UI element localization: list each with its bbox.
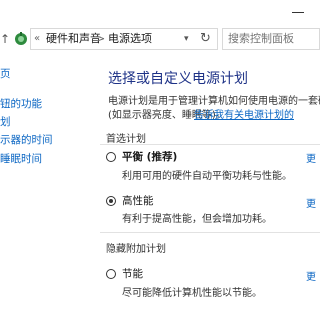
nav-link-display-off[interactable]: 示器的时间: [0, 132, 53, 147]
nav-link-power-button[interactable]: 钮的功能: [0, 96, 42, 111]
power-plan-help-link[interactable]: 告诉我有关电源计划的: [194, 106, 294, 121]
section-hidden-plans-toggle[interactable]: 隐藏附加计划: [106, 240, 166, 255]
breadcrumb-hardware-sound[interactable]: 硬件和声音: [46, 28, 101, 50]
page-title: 选择或自定义电源计划: [108, 71, 248, 87]
refresh-icon[interactable]: ↻: [200, 28, 211, 50]
radio-high-performance[interactable]: [106, 196, 116, 206]
radio-balanced[interactable]: [106, 152, 116, 162]
description-text: 电源计划是用于管理计算机如何使用电源的一套硬: [108, 96, 320, 107]
window-title-bar: [0, 0, 320, 24]
breadcrumb-overflow-icon[interactable]: «: [34, 28, 40, 50]
plan-desc-high-performance: 有利于提高性能，但会增加功耗。: [122, 214, 272, 225]
section-divider: [100, 144, 320, 145]
plan-name-balanced[interactable]: 平衡 (推荐): [122, 149, 177, 164]
minimize-button[interactable]: [288, 4, 308, 20]
breadcrumb-power-options[interactable]: 电源选项: [108, 28, 152, 50]
change-plan-settings-link[interactable]: 更: [306, 150, 316, 165]
search-input[interactable]: [228, 28, 318, 50]
change-plan-settings-link[interactable]: 更: [306, 268, 316, 283]
section-divider: [100, 232, 320, 233]
nav-link-sleep-time[interactable]: 睡眠时间: [0, 151, 42, 166]
control-panel-icon: [14, 31, 28, 45]
address-dropdown-icon[interactable]: ▾: [184, 28, 189, 50]
nav-link-create-plan[interactable]: 划: [0, 114, 11, 129]
up-arrow-icon[interactable]: ↑: [0, 26, 10, 52]
breadcrumb-separator-icon[interactable]: >: [96, 28, 105, 50]
plan-desc-balanced: 利用可用的硬件自动平衡功耗与性能。: [122, 171, 292, 182]
plan-name-power-saver[interactable]: 节能: [122, 266, 143, 281]
plan-name-high-performance[interactable]: 高性能: [122, 193, 154, 208]
section-preferred-plans: 首选计划: [106, 134, 146, 145]
radio-power-saver[interactable]: [106, 269, 116, 279]
plan-desc-power-saver: 尽可能降低计算机性能以节能。: [122, 288, 262, 299]
nav-link-home[interactable]: 页: [0, 66, 11, 81]
left-nav-pane: 页 钮的功能 划 示器的时间 睡眠时间: [0, 54, 86, 320]
change-plan-settings-link[interactable]: 更: [306, 195, 316, 210]
